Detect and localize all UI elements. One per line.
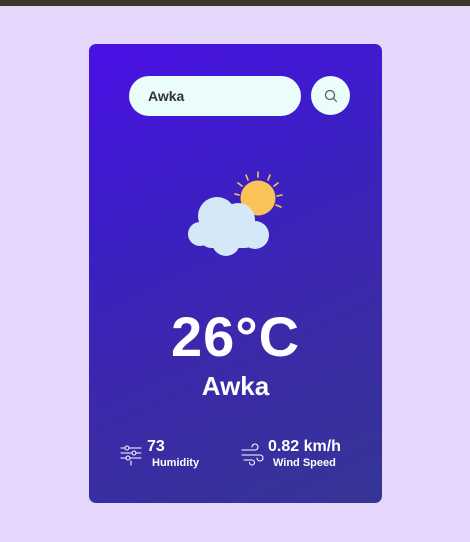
humidity-icon [120,445,142,466]
weather-card: 26°C Awka 73 Humidity [89,44,382,503]
city-search-input[interactable] [129,76,301,116]
wind-speed-label: Wind Speed [273,457,336,469]
browser-top-bar [0,0,470,6]
temperature-value: 26°C [170,305,301,368]
wind-speed-value: 0.82 km/h [268,438,341,455]
humidity-stat: 73 Humidity [119,438,199,470]
partly-cloudy-icon [188,171,283,256]
humidity-label: Humidity [152,457,200,469]
city-name: Awka [201,371,270,401]
wind-icon [241,443,264,466]
wind-stat: 0.82 km/h Wind Speed [240,438,341,470]
humidity-value: 73 [147,438,165,455]
search-icon [324,89,337,102]
search-button[interactable] [311,76,350,115]
